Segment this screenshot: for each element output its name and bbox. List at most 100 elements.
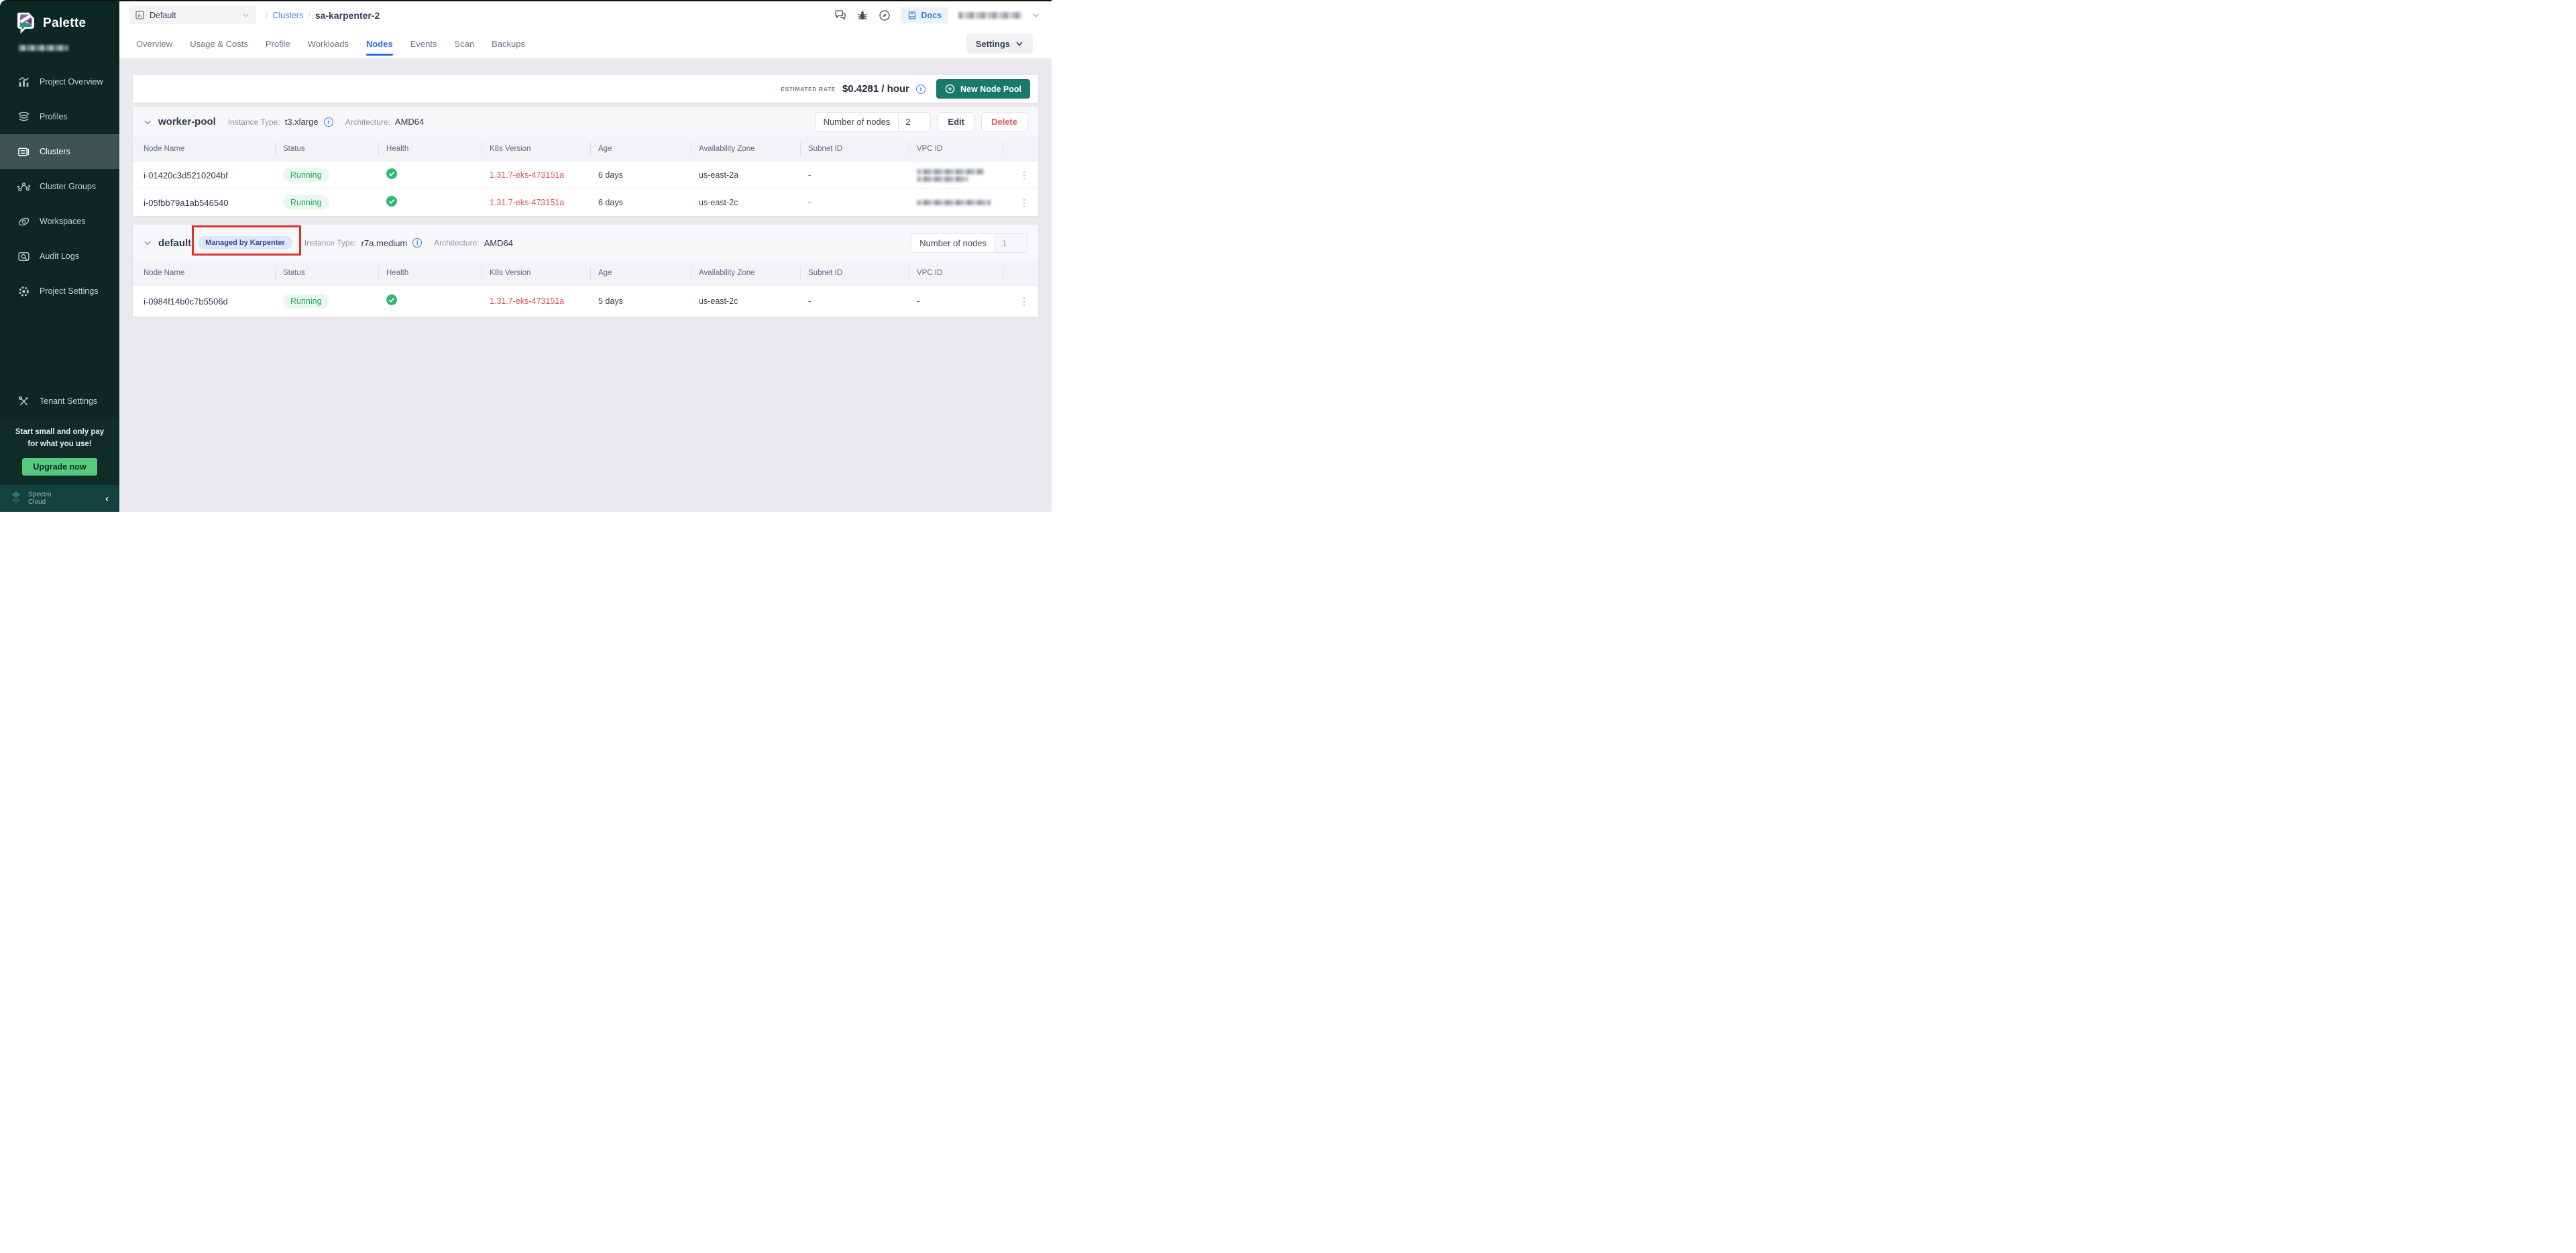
- sidebar-item-tenant-settings[interactable]: Tenant Settings: [0, 384, 119, 419]
- chevron-down-icon: [242, 11, 249, 19]
- project-name-redacted: [19, 45, 68, 51]
- top-bar: Default / Clusters / sa-karpenter-2 Docs: [119, 1, 1052, 29]
- instance-type-label: Instance Type:: [228, 117, 280, 127]
- settings-dropdown-button[interactable]: Settings: [966, 34, 1033, 54]
- breadcrumb-clusters-link[interactable]: Clusters: [272, 11, 303, 20]
- sidebar-item-audit-logs[interactable]: Audit Logs: [0, 239, 119, 274]
- chat-feedback-icon[interactable]: [834, 9, 846, 21]
- delete-pool-button[interactable]: Delete: [981, 112, 1027, 131]
- sidebar-item-project-settings[interactable]: Project Settings: [0, 274, 119, 309]
- spectro-cloud-brand: Spectro Cloud: [28, 491, 51, 506]
- node-name: i-0984f14b0c7b5506d: [144, 296, 283, 307]
- sidebar-item-label: Audit Logs: [40, 252, 79, 261]
- sidebar-item-workspaces[interactable]: Workspaces: [0, 204, 119, 239]
- gear-icon: [17, 285, 30, 298]
- sidebar-item-profiles[interactable]: Profiles: [0, 99, 119, 134]
- number-of-nodes-input[interactable]: 2: [898, 113, 930, 131]
- tab-backups[interactable]: Backups: [492, 29, 525, 58]
- row-menu-icon[interactable]: ⋮: [1011, 296, 1038, 307]
- help-compass-icon[interactable]: [879, 9, 891, 21]
- sidebar-item-label: Cluster Groups: [40, 182, 96, 191]
- audit-magnifier-icon: [17, 250, 30, 263]
- nodes-content: ESTIMATED RATE $0.4281 / hour i New Node…: [119, 58, 1052, 512]
- table-row: i-01420c3d5210204bf Running 1.31.7-eks-4…: [133, 161, 1038, 188]
- vpc-id-redacted: [917, 200, 1011, 205]
- instance-type-info-icon[interactable]: i: [412, 238, 422, 248]
- status-badge: Running: [283, 195, 329, 210]
- sidebar-item-label: Tenant Settings: [40, 396, 97, 406]
- pool-name: worker-pool: [158, 116, 216, 127]
- column-status: Status: [283, 137, 386, 161]
- tab-nodes[interactable]: Nodes: [366, 29, 393, 58]
- user-name-redacted: [958, 12, 1022, 19]
- sidebar-item-label: Project Overview: [40, 77, 103, 87]
- sidebar-item-label: Clusters: [40, 147, 70, 156]
- new-node-pool-button[interactable]: New Node Pool: [936, 79, 1030, 99]
- spectro-cloud-logo-icon: [9, 491, 23, 506]
- tab-workloads[interactable]: Workloads: [308, 29, 349, 58]
- breadcrumb-current-cluster: sa-karpenter-2: [315, 10, 380, 21]
- table-row: i-0984f14b0c7b5506d Running 1.31.7-eks-4…: [133, 285, 1038, 317]
- upgrade-now-button[interactable]: Upgrade now: [22, 458, 97, 476]
- k8s-version: 1.31.7-eks-473151a: [490, 170, 598, 180]
- column-age: Age: [598, 137, 699, 161]
- architecture-value: AMD64: [484, 238, 513, 248]
- sidebar-item-label: Workspaces: [40, 217, 86, 226]
- sidebar-item-cluster-groups[interactable]: Cluster Groups: [0, 169, 119, 204]
- node-name: i-05fbb79a1ab546540: [144, 198, 283, 208]
- promo-line-1: Start small and only pay: [7, 427, 113, 439]
- settings-label: Settings: [976, 39, 1010, 49]
- row-menu-icon[interactable]: ⋮: [1011, 198, 1038, 208]
- column-k8s-version: K8s Version: [490, 137, 598, 161]
- sidebar-item-label: Profiles: [40, 112, 68, 121]
- number-of-nodes-label: Number of nodes: [816, 113, 899, 131]
- architecture-value: AMD64: [395, 117, 424, 127]
- upgrade-promo: Start small and only pay for what you us…: [0, 419, 119, 485]
- row-menu-icon[interactable]: ⋮: [1011, 170, 1038, 180]
- column-availability-zone: Availability Zone: [699, 137, 808, 161]
- instance-type-info-icon[interactable]: i: [324, 117, 333, 127]
- status-badge: Running: [283, 294, 329, 309]
- tab-usage-costs[interactable]: Usage & Costs: [190, 29, 248, 58]
- tab-overview[interactable]: Overview: [136, 29, 172, 58]
- nodes-table-header: Node Name Status Health K8s Version Age …: [133, 261, 1038, 285]
- column-vpc-id: VPC ID: [917, 137, 1011, 161]
- palette-app-window: Palette Project Overview Profiles Clus: [0, 0, 1052, 512]
- subnet-id: -: [808, 296, 917, 306]
- subnet-id: -: [808, 198, 917, 207]
- health-check-icon: [386, 196, 490, 210]
- palette-logo-icon: [15, 11, 36, 36]
- number-of-nodes-input-disabled: 1: [995, 234, 1027, 252]
- status-badge: Running: [283, 168, 329, 182]
- sidebar-nav: Project Overview Profiles Clusters Clust…: [0, 64, 119, 309]
- rate-toolbar: ESTIMATED RATE $0.4281 / hour i New Node…: [133, 75, 1038, 103]
- tab-profile[interactable]: Profile: [266, 29, 290, 58]
- tab-events[interactable]: Events: [410, 29, 437, 58]
- tab-scan[interactable]: Scan: [454, 29, 474, 58]
- rate-info-icon[interactable]: i: [916, 85, 926, 94]
- docs-button[interactable]: Docs: [901, 7, 948, 23]
- collapse-pool-chevron-icon[interactable]: [144, 239, 152, 247]
- sidebar-item-clusters[interactable]: Clusters: [0, 134, 119, 169]
- collapse-sidebar-icon[interactable]: ‹: [105, 493, 109, 504]
- user-menu-chevron-icon[interactable]: [1032, 11, 1040, 19]
- breadcrumb-separator: /: [308, 11, 310, 20]
- column-k8s-version: K8s Version: [490, 261, 598, 285]
- worker-pool-header: worker-pool Instance Type: t3.xlarge i A…: [133, 107, 1038, 137]
- edit-pool-button[interactable]: Edit: [938, 112, 974, 131]
- bar-chart-icon: [17, 76, 30, 89]
- collapse-pool-chevron-icon[interactable]: [144, 118, 152, 126]
- number-of-nodes-label: Number of nodes: [911, 234, 995, 252]
- project-selector-dropdown[interactable]: Default: [129, 6, 256, 24]
- sidebar-item-project-overview[interactable]: Project Overview: [0, 64, 119, 99]
- column-health: Health: [386, 261, 490, 285]
- node-pool-worker-pool: worker-pool Instance Type: t3.xlarge i A…: [133, 107, 1038, 216]
- chevron-down-icon: [1015, 40, 1023, 48]
- sidebar-item-label: Project Settings: [40, 286, 99, 296]
- plus-circle-icon: [945, 84, 955, 94]
- cluster-tabs-bar: Overview Usage & Costs Profile Workloads…: [119, 29, 1052, 58]
- bug-report-icon[interactable]: [856, 9, 869, 21]
- column-health: Health: [386, 137, 490, 161]
- architecture-label: Architecture:: [345, 117, 390, 127]
- availability-zone: us-east-2c: [699, 296, 808, 306]
